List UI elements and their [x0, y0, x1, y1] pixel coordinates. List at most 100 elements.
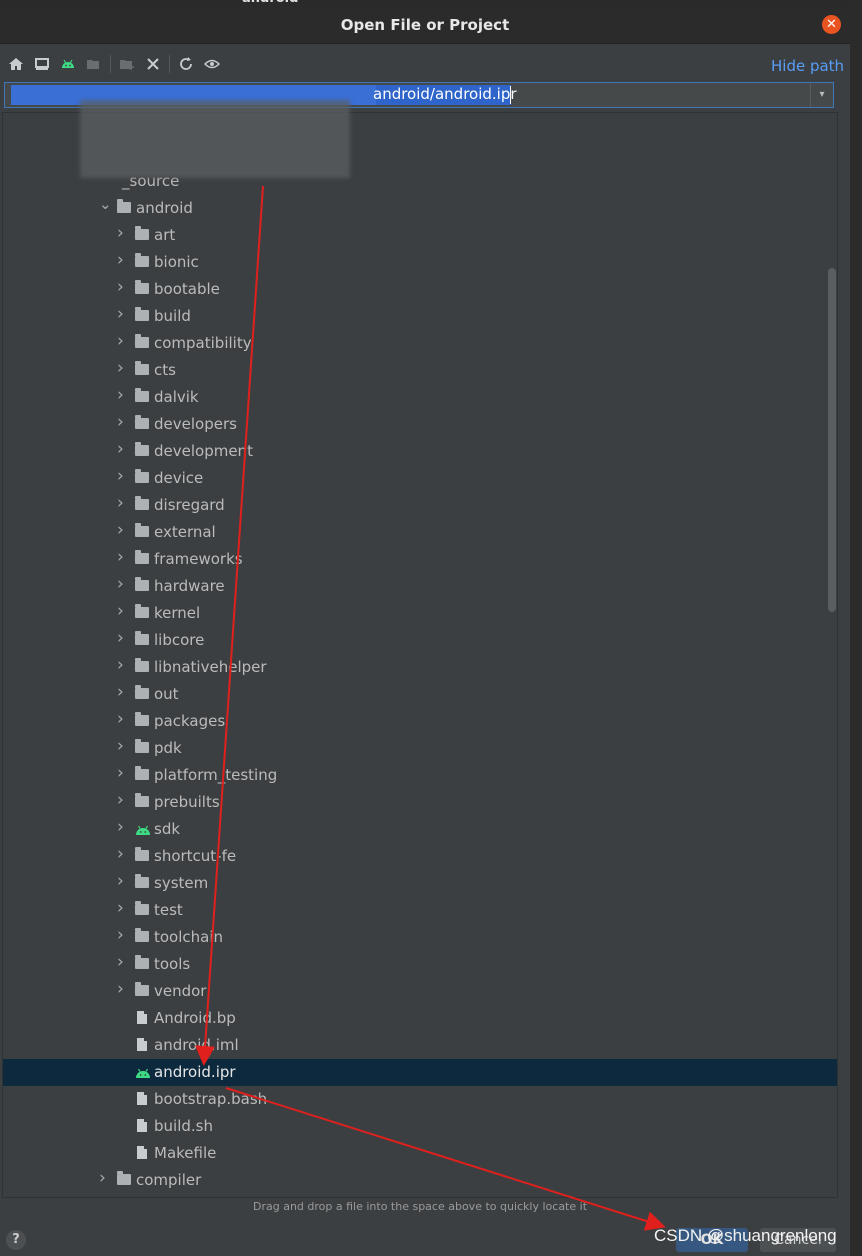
tree-file-item[interactable]: android.iml: [3, 1032, 837, 1059]
folder-icon: [135, 847, 151, 863]
chevron-right-icon[interactable]: ›: [117, 682, 124, 702]
hide-path-link[interactable]: Hide path: [771, 57, 844, 75]
show-hidden-icon[interactable]: [204, 56, 220, 72]
file-icon: [135, 1092, 151, 1106]
path-history-dropdown-button[interactable]: ▾: [810, 83, 833, 107]
tree-folder-item[interactable]: › developers: [3, 411, 837, 438]
tree-folder-item[interactable]: › prebuilts: [3, 789, 837, 816]
tree-folder-android[interactable]: ⌄ android: [3, 195, 837, 222]
folder-shape: [117, 1171, 131, 1185]
tree-item-label: compatibility: [154, 334, 252, 352]
chevron-right-icon[interactable]: ›: [117, 736, 124, 756]
tree-file-item[interactable]: build.sh: [3, 1113, 837, 1140]
chevron-right-icon[interactable]: ›: [117, 250, 124, 270]
tree-file-item[interactable]: Android.bp: [3, 1005, 837, 1032]
text-caret: [510, 86, 511, 104]
tree-folder-item[interactable]: › external: [3, 519, 837, 546]
tree-folder-item[interactable]: › development: [3, 438, 837, 465]
tree-folder-item[interactable]: › packages: [3, 708, 837, 735]
help-button[interactable]: ?: [6, 1230, 26, 1250]
chevron-right-icon[interactable]: ›: [117, 817, 124, 837]
tree-folder-item[interactable]: › kernel: [3, 600, 837, 627]
tree-folder-item[interactable]: › pdk: [3, 735, 837, 762]
tree-folder-item[interactable]: › platform_testing: [3, 762, 837, 789]
chevron-right-icon[interactable]: ›: [117, 844, 124, 864]
chevron-right-icon[interactable]: ›: [117, 520, 124, 540]
tree-file-item[interactable]: Makefile: [3, 1140, 837, 1167]
tree-folder-item[interactable]: › test: [3, 897, 837, 924]
folder-icon: [135, 685, 151, 701]
delete-icon[interactable]: [145, 56, 161, 72]
chevron-down-icon[interactable]: ⌄: [99, 195, 112, 213]
tree-folder-item[interactable]: › system: [3, 870, 837, 897]
folder-shape: [135, 955, 149, 969]
tree-folder-item[interactable]: › disregard: [3, 492, 837, 519]
desktop-icon[interactable]: [34, 56, 50, 72]
folder-icon: [135, 361, 151, 377]
tree-item-label: Makefile: [154, 1144, 217, 1162]
chevron-right-icon[interactable]: ›: [117, 871, 124, 891]
chevron-right-icon[interactable]: ›: [117, 655, 124, 675]
folder-icon: [135, 712, 151, 728]
tree-folder-item[interactable]: › cts: [3, 357, 837, 384]
file-tree[interactable]: _source ⌄ android › art › bionic › bootable › buil…: [2, 112, 838, 1198]
android-project-icon[interactable]: [60, 56, 76, 72]
tree-folder-item[interactable]: › shortcut-fe: [3, 843, 837, 870]
chevron-right-icon[interactable]: ›: [117, 574, 124, 594]
tree-folder-item[interactable]: › tools: [3, 951, 837, 978]
folder-icon: [117, 199, 133, 215]
chevron-right-icon[interactable]: ›: [117, 277, 124, 297]
chevron-right-icon[interactable]: ›: [117, 628, 124, 648]
folder-shape: [135, 361, 149, 375]
tree-folder-item[interactable]: › sdk: [3, 816, 837, 843]
tree-folder-item[interactable]: › build: [3, 303, 837, 330]
chevron-right-icon[interactable]: ›: [117, 925, 124, 945]
tree-folder-item[interactable]: › vendor: [3, 978, 837, 1005]
chevron-right-icon[interactable]: ›: [117, 952, 124, 972]
path-input[interactable]: android/android.ipr: [373, 85, 517, 103]
chevron-right-icon[interactable]: ›: [117, 412, 124, 432]
home-icon[interactable]: [8, 56, 24, 72]
chevron-right-icon[interactable]: ›: [117, 304, 124, 324]
folder-shape: [135, 577, 149, 591]
close-button[interactable]: ✕: [822, 15, 841, 34]
tree-folder-item[interactable]: › device: [3, 465, 837, 492]
tree-file-item[interactable]: bootstrap.bash: [3, 1086, 837, 1113]
tree-folder-item[interactable]: › frameworks: [3, 546, 837, 573]
chevron-right-icon[interactable]: ›: [117, 358, 124, 378]
tree-folder-item[interactable]: › hardware: [3, 573, 837, 600]
folder-icon: [135, 469, 151, 485]
chevron-right-icon[interactable]: ›: [117, 601, 124, 621]
chevron-right-icon[interactable]: ›: [117, 385, 124, 405]
chevron-right-icon[interactable]: ›: [117, 466, 124, 486]
tree-folder-item[interactable]: › toolchain: [3, 924, 837, 951]
tree-folder-item[interactable]: › compatibility: [3, 330, 837, 357]
tree-folder-item[interactable]: › dalvik: [3, 384, 837, 411]
folder-icon: [135, 928, 151, 944]
tree-item-label: art: [154, 226, 176, 244]
chevron-right-icon[interactable]: ›: [117, 547, 124, 567]
chevron-right-icon[interactable]: ›: [117, 790, 124, 810]
folder-shape: [135, 928, 149, 942]
chevron-right-icon[interactable]: ›: [117, 493, 124, 513]
dialog-title: Open File or Project: [340, 16, 510, 34]
chevron-right-icon[interactable]: ›: [117, 898, 124, 918]
tree-folder-item[interactable]: › bionic: [3, 249, 837, 276]
tree-folder-compiler[interactable]: › compiler: [3, 1167, 837, 1194]
tree-folder-item[interactable]: › bootable: [3, 276, 837, 303]
android-module-icon: [135, 822, 151, 836]
tree-scrollbar[interactable]: [828, 268, 836, 612]
tree-file-selected[interactable]: android.ipr: [3, 1059, 837, 1086]
chevron-right-icon[interactable]: ›: [117, 979, 124, 999]
chevron-right-icon[interactable]: ›: [99, 1168, 106, 1188]
refresh-icon[interactable]: [178, 56, 194, 72]
chevron-right-icon[interactable]: ›: [117, 709, 124, 729]
tree-folder-item[interactable]: › out: [3, 681, 837, 708]
tree-folder-item[interactable]: › art: [3, 222, 837, 249]
chevron-right-icon[interactable]: ›: [117, 331, 124, 351]
tree-folder-item[interactable]: › libcore: [3, 627, 837, 654]
tree-folder-item[interactable]: › libnativehelper: [3, 654, 837, 681]
chevron-right-icon[interactable]: ›: [117, 763, 124, 783]
chevron-right-icon[interactable]: ›: [117, 439, 124, 459]
chevron-right-icon[interactable]: ›: [117, 223, 124, 243]
